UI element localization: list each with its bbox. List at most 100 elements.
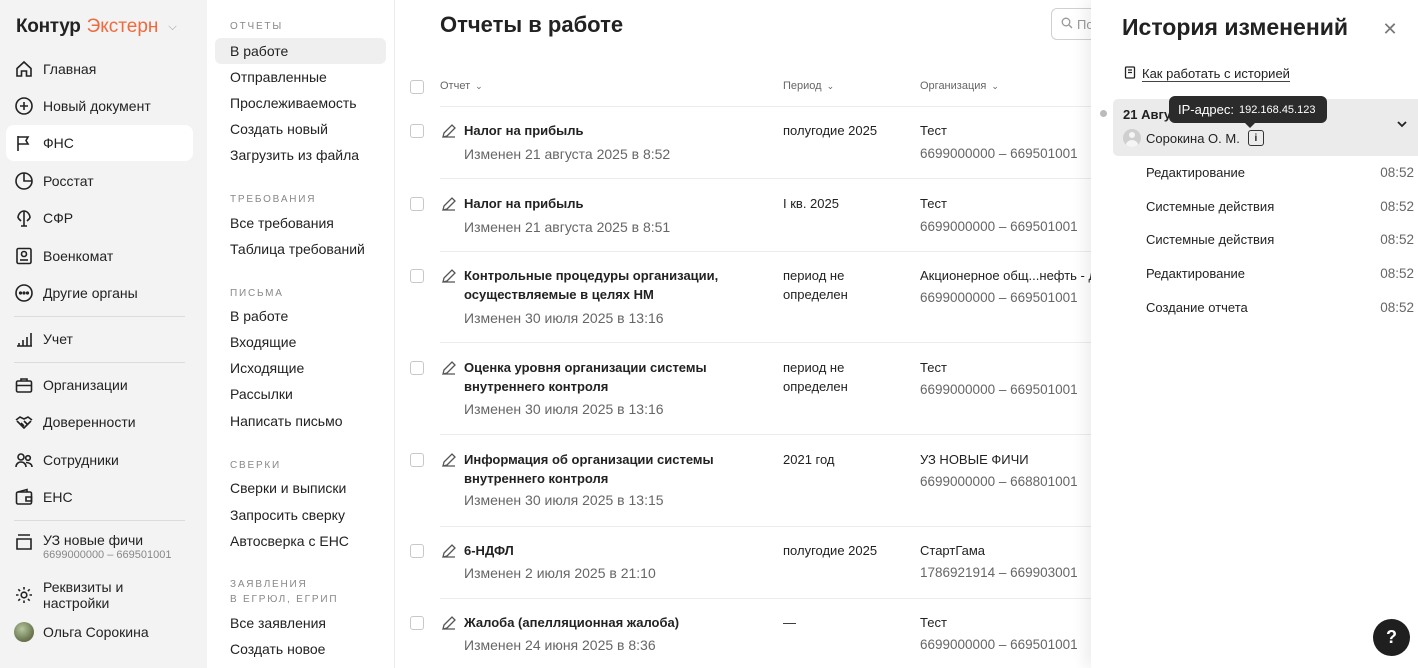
left-navigation: Контур Экстерн ⌵ Главная Новый документ … [0, 0, 207, 668]
product-switcher[interactable]: Контур Экстерн ⌵ [16, 16, 177, 38]
nav-item-organizations[interactable]: Организации [6, 367, 193, 403]
row-checkbox[interactable] [410, 361, 424, 375]
history-help-link[interactable]: Как работать с историей [1124, 66, 1290, 82]
submenu-item-all-requirements[interactable]: Все требования [215, 210, 386, 236]
history-user-name: Сорокина О. М. [1146, 130, 1240, 146]
report-period: I кв. 2025 [783, 196, 839, 211]
report-period: полугодие 2025 [783, 123, 878, 138]
nav-item-settings[interactable]: Реквизиты и настройки [6, 577, 193, 613]
submenu-item-reconciliations[interactable]: Сверки и выписки [215, 475, 386, 501]
edit-icon [442, 616, 456, 630]
report-organization: Тест [920, 196, 947, 211]
nav-item-employees[interactable]: Сотрудники [6, 442, 193, 478]
report-title[interactable]: Контрольные процедуры организации, осуще… [464, 266, 744, 304]
tooltip-label: IP-адрес: [1178, 102, 1234, 117]
nav-item-ens[interactable]: ЕНС [6, 479, 193, 515]
column-header-report[interactable]: Отчет ⌄ [440, 80, 483, 92]
submenu-item-upload-file[interactable]: Загрузить из файла [215, 142, 386, 168]
section-submenu: ОТЧЕТЫ В работе Отправленные Прослеживае… [207, 0, 395, 668]
nav-item-rosstat[interactable]: Росстат [6, 163, 193, 199]
report-changed: Изменен 30 июля 2025 в 13:15 [464, 492, 664, 508]
row-checkbox[interactable] [410, 544, 424, 558]
report-title[interactable]: 6-НДФЛ [464, 541, 744, 560]
row-checkbox[interactable] [410, 616, 424, 630]
history-item[interactable]: Системные действия 08:52 [1146, 199, 1414, 214]
report-title[interactable]: Информация об организации системы внутре… [464, 450, 744, 488]
chevron-down-icon: ⌄ [475, 80, 483, 91]
submenu-item-auto-reconciliation[interactable]: Автосверка с ЕНС [215, 528, 386, 554]
nav-item-voenkomat[interactable]: Военкомат [6, 238, 193, 274]
brand-part1: Контур [16, 16, 81, 37]
submenu-item-incoming[interactable]: Входящие [215, 329, 386, 355]
report-changed: Изменен 21 августа 2025 в 8:51 [464, 219, 671, 235]
submenu-item-traceability[interactable]: Прослеживаемость [215, 90, 386, 116]
nav-item-fns[interactable]: ФНС [6, 125, 193, 161]
report-title[interactable]: Оценка уровня организации системы внутре… [464, 358, 744, 396]
account-name: УЗ новые фичи [43, 532, 144, 548]
row-divider [440, 106, 1100, 107]
nav-item-other-agencies[interactable]: Другие органы [6, 275, 193, 311]
column-header-organization[interactable]: Организация ⌄ [920, 80, 999, 92]
chevron-down-icon[interactable] [1395, 117, 1409, 131]
chevron-down-icon: ⌄ [826, 80, 835, 91]
submenu-item-reports-in-work[interactable]: В работе [215, 38, 386, 64]
submenu-item-sent[interactable]: Отправленные [215, 64, 386, 90]
submenu-item-create-new[interactable]: Создать новый [215, 116, 386, 142]
report-period: полугодие 2025 [783, 543, 878, 558]
nav-item-home[interactable]: Главная [6, 51, 193, 87]
submenu-section-title: ОТЧЕТЫ [230, 21, 283, 32]
info-icon[interactable]: i [1247, 130, 1264, 146]
submenu-item-mailings[interactable]: Рассылки [215, 381, 386, 407]
nav-item-new-document[interactable]: Новый документ [6, 88, 193, 124]
tooltip-value: 192.168.45.123 [1239, 103, 1316, 116]
submenu-item-create-application[interactable]: Создать новое [215, 636, 386, 662]
history-item[interactable]: Системные действия 08:52 [1146, 232, 1414, 247]
help-button[interactable]: ? [1373, 619, 1410, 656]
submenu-item-write-letter[interactable]: Написать письмо [215, 408, 386, 434]
report-inn: 6699000000 – 669501001 [920, 219, 1078, 234]
hand-icon [14, 208, 34, 228]
bars-icon [14, 329, 34, 349]
search-icon [1061, 17, 1073, 32]
row-checkbox[interactable] [410, 197, 424, 211]
history-item[interactable]: Создание отчета 08:52 [1146, 300, 1414, 315]
nav-item-user-profile[interactable]: Ольга Сорокина [6, 614, 193, 650]
report-period: период не определен [783, 360, 848, 394]
nav-item-label: Организации [43, 377, 128, 393]
edit-icon [442, 124, 456, 138]
nav-item-sfr[interactable]: СФР [6, 200, 193, 236]
report-title[interactable]: Налог на прибыль [464, 121, 744, 140]
close-icon[interactable]: ✕ [1381, 20, 1399, 38]
nav-item-accounting[interactable]: Учет [6, 321, 193, 357]
submenu-item-letters-in-work[interactable]: В работе [215, 303, 386, 329]
submenu-item-requirements-table[interactable]: Таблица требований [215, 236, 386, 262]
column-header-period[interactable]: Период ⌄ [783, 80, 834, 92]
panel-title: История изменений [1122, 14, 1348, 40]
people-icon [14, 450, 34, 470]
tray-icon [14, 532, 34, 561]
nav-item-powers-of-attorney[interactable]: Доверенности [6, 404, 193, 440]
submenu-item-outgoing[interactable]: Исходящие [215, 355, 386, 381]
report-period: период не определен [783, 268, 848, 302]
id-card-icon [14, 246, 34, 266]
timeline-dot [1100, 110, 1107, 117]
user-name: Ольга Сорокина [43, 624, 149, 640]
report-period: — [783, 615, 796, 630]
submenu-item-all-applications[interactable]: Все заявления [215, 610, 386, 636]
history-item[interactable]: Редактирование 08:52 [1146, 165, 1414, 180]
row-checkbox[interactable] [410, 269, 424, 283]
report-title[interactable]: Жалоба (апелляционная жалоба) [464, 613, 744, 632]
submenu-section-title-line2: В ЕГРЮЛ, ЕГРИП [230, 594, 339, 605]
history-item[interactable]: Редактирование 08:52 [1146, 266, 1414, 281]
row-checkbox[interactable] [410, 453, 424, 467]
history-group-user: Сорокина О. М. i [1123, 129, 1264, 147]
submenu-item-request-reconciliation[interactable]: Запросить сверку [215, 502, 386, 528]
select-all-checkbox[interactable] [410, 80, 424, 94]
nav-item-label: ФНС [43, 135, 74, 151]
report-title[interactable]: Налог на прибыль [464, 194, 744, 213]
account-switcher[interactable]: УЗ новые фичи 6699000000 – 669501001 [14, 532, 204, 561]
nav-item-label: Другие органы [43, 285, 138, 301]
brand-part2: Экстерн [86, 16, 159, 37]
nav-item-label: Росстат [43, 173, 94, 189]
row-checkbox[interactable] [410, 124, 424, 138]
